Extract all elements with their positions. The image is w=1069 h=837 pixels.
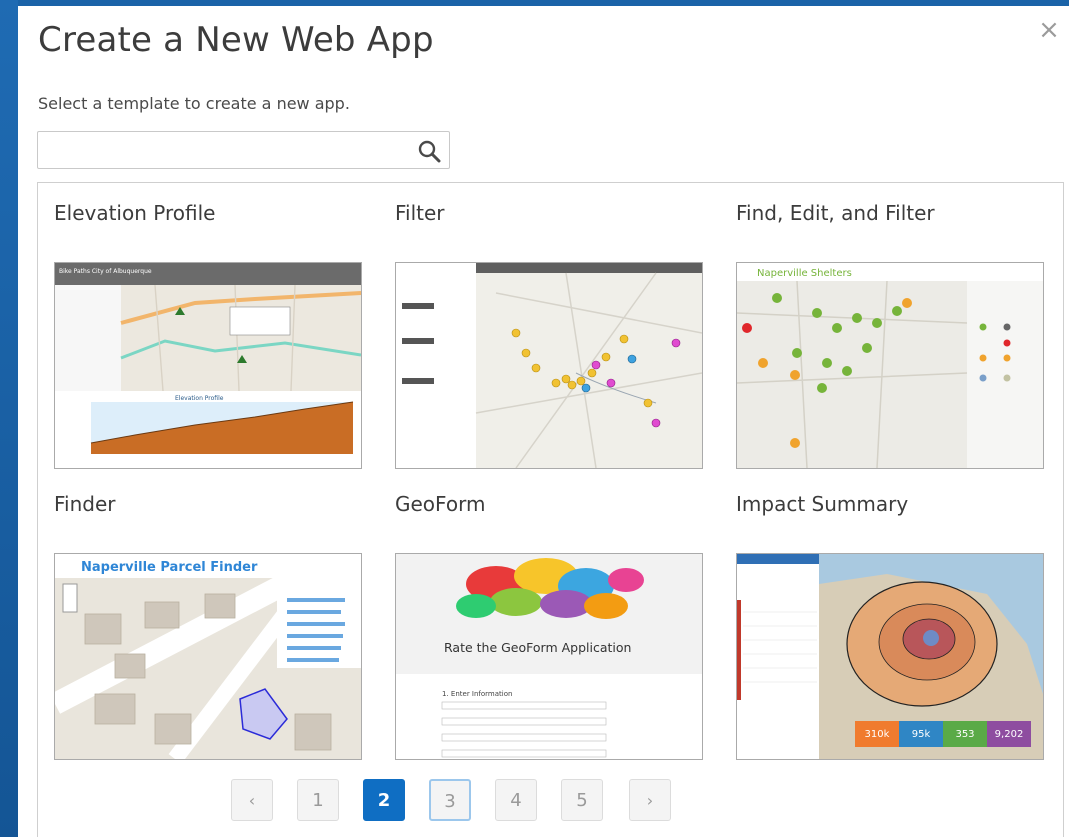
template-thumbnail[interactable]: Bike Paths City of Albuquerque Elevation… — [54, 262, 362, 469]
pagination-page-3[interactable]: 3 — [429, 779, 471, 821]
template-thumbnail[interactable]: Rate the GeoForm Application 1. Enter In… — [395, 553, 703, 760]
pagination-page-2[interactable]: 2 — [363, 779, 405, 821]
pagination-page-5[interactable]: 5 — [561, 779, 603, 821]
thumb-title: Rate the GeoForm Application — [444, 640, 631, 655]
template-name: Filter — [395, 201, 445, 225]
search-icon[interactable] — [417, 139, 441, 163]
template-card-finder[interactable]: Finder Naperville Parcel Finder — [54, 489, 364, 760]
thumb-title: Naperville Shelters — [757, 268, 852, 279]
thumb-title: Naperville Parcel Finder — [81, 560, 258, 575]
stat-value: 95k — [912, 729, 931, 740]
template-gallery: Elevation Profile Bike Paths City of Alb… — [37, 182, 1064, 837]
template-card-find-edit-filter[interactable]: Find, Edit, and Filter Naperville Shelte… — [736, 198, 1046, 469]
template-thumbnail[interactable] — [395, 262, 703, 469]
template-card-geoform[interactable]: GeoForm Rate the GeoForm Application 1. … — [395, 489, 705, 760]
template-name: Elevation Profile — [54, 201, 216, 225]
thumb-section: 1. Enter Information — [442, 690, 512, 698]
template-name: GeoForm — [395, 492, 486, 516]
stat-value: 9,202 — [995, 729, 1024, 740]
background — [0, 0, 18, 837]
pagination-page-4[interactable]: 4 — [495, 779, 537, 821]
dialog-title: Create a New Web App — [38, 20, 434, 60]
stat-value: 310k — [865, 729, 890, 740]
search-input[interactable] — [38, 132, 424, 168]
pagination-prev-button[interactable]: ‹ — [231, 779, 273, 821]
template-thumbnail[interactable]: Naperville Parcel Finder — [54, 553, 362, 760]
template-name: Finder — [54, 492, 116, 516]
template-card-filter[interactable]: Filter — [395, 198, 705, 469]
template-thumbnail[interactable]: 310k 95k 353 9,202 — [736, 553, 1044, 760]
template-card-impact-summary[interactable]: Impact Summary 310k 95k 353 9,202 — [736, 489, 1046, 760]
stat-value: 353 — [955, 729, 974, 740]
pagination: ‹ 1 2 3 4 5 › — [231, 779, 691, 825]
close-icon[interactable]: × — [1037, 17, 1061, 43]
template-card-elevation-profile[interactable]: Elevation Profile Bike Paths City of Alb… — [54, 198, 364, 469]
create-web-app-dialog: Create a New Web App × Select a template… — [18, 6, 1069, 837]
template-thumbnail[interactable]: Naperville Shelters — [736, 262, 1044, 469]
pagination-next-button[interactable]: › — [629, 779, 671, 821]
template-name: Impact Summary — [736, 492, 909, 516]
thumb-chart-title: Elevation Profile — [175, 395, 224, 402]
thumb-title: Bike Paths City of Albuquerque — [59, 268, 152, 275]
template-name: Find, Edit, and Filter — [736, 201, 935, 225]
pagination-page-1[interactable]: 1 — [297, 779, 339, 821]
dialog-subtitle: Select a template to create a new app. — [38, 94, 350, 113]
template-search — [37, 131, 450, 169]
